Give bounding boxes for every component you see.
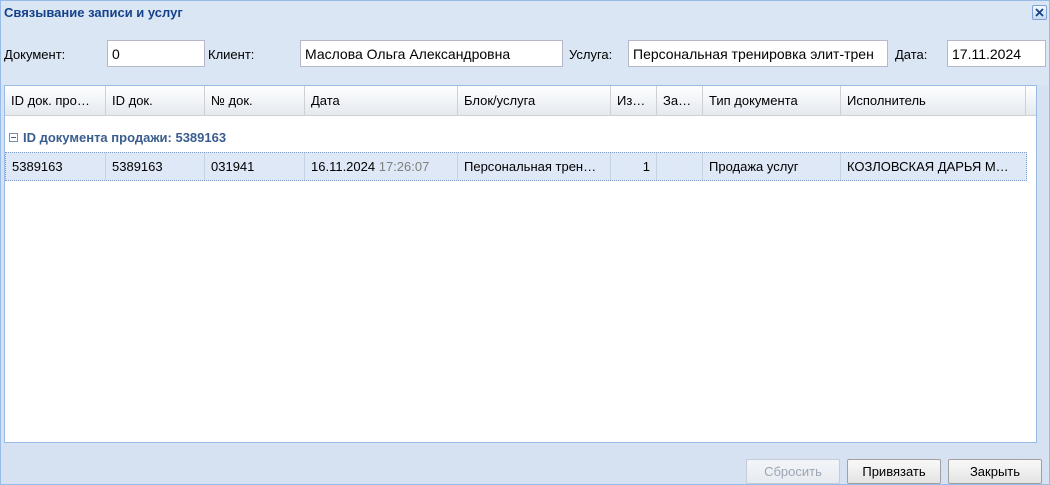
cell-date: 16.11.2024 17:26:07 — [305, 153, 458, 180]
close-button[interactable] — [1032, 5, 1047, 20]
group-header[interactable]: ID документа продажи: 5389163 — [9, 130, 226, 148]
cell-za — [657, 153, 703, 180]
column-header-performer[interactable]: Исполнитель — [841, 86, 1026, 116]
table-row[interactable]: 5389163 5389163 031941 16.11.2024 17:26:… — [5, 152, 1027, 181]
group-label: ID документа продажи: 5389163 — [23, 130, 227, 145]
client-field[interactable]: Маслова Ольга Александровна — [300, 40, 563, 67]
cell-doc-no: 031941 — [205, 153, 305, 180]
dialog-window: Связывание записи и услуг Документ: 0 Кл… — [0, 0, 1050, 485]
column-header-doc-no[interactable]: № док. — [205, 86, 305, 116]
column-header-service[interactable]: Блок/услуга — [458, 86, 611, 116]
cell-service: Персональная трен… — [458, 153, 611, 180]
footer-toolbar: Сбросить Привязать Закрыть — [1, 444, 1049, 484]
column-header-doc-type[interactable]: Тип документа — [703, 86, 841, 116]
service-label: Услуга: — [569, 47, 613, 62]
column-header-id-sale[interactable]: ID док. про… — [5, 86, 106, 116]
cell-id-doc: 5389163 — [106, 153, 205, 180]
title-bar: Связывание записи и услуг — [1, 1, 1049, 25]
close-icon — [1035, 8, 1044, 17]
reset-button[interactable]: Сбросить — [746, 459, 840, 484]
document-label: Документ: — [4, 47, 66, 62]
cell-date-time: 17:26:07 — [378, 159, 430, 174]
cell-id-sale: 5389163 — [6, 153, 106, 180]
date-label: Дата: — [895, 47, 928, 62]
collapse-minus-icon[interactable] — [9, 133, 18, 142]
column-header-qty[interactable]: Из… — [611, 86, 657, 116]
filter-bar: Документ: 0 Клиент: Маслова Ольга Алекса… — [1, 25, 1049, 85]
document-field[interactable]: 0 — [107, 40, 205, 67]
cell-doc-type: Продажа услуг — [703, 153, 841, 180]
column-header-date[interactable]: Дата — [305, 86, 458, 116]
service-field[interactable]: Персональная тренировка элит-трен — [628, 40, 888, 67]
date-field[interactable]: 17.11.2024 — [947, 40, 1046, 67]
column-header-id-doc[interactable]: ID док. — [106, 86, 205, 116]
cell-qty: 1 — [611, 153, 657, 180]
grid-header: ID док. про… ID док. № док. Дата Блок/ус… — [5, 86, 1036, 116]
cell-date-day: 16.11.2024 — [311, 159, 376, 174]
link-button[interactable]: Привязать — [847, 459, 941, 484]
cell-performer: КОЗЛОВСКАЯ ДАРЬЯ М… — [847, 159, 1009, 174]
dialog-title: Связывание записи и услуг — [4, 5, 183, 20]
column-header-za[interactable]: За… — [657, 86, 703, 116]
close-dialog-button[interactable]: Закрыть — [948, 459, 1042, 484]
client-label: Клиент: — [208, 47, 255, 62]
records-grid: ID док. про… ID док. № док. Дата Блок/ус… — [4, 85, 1037, 443]
